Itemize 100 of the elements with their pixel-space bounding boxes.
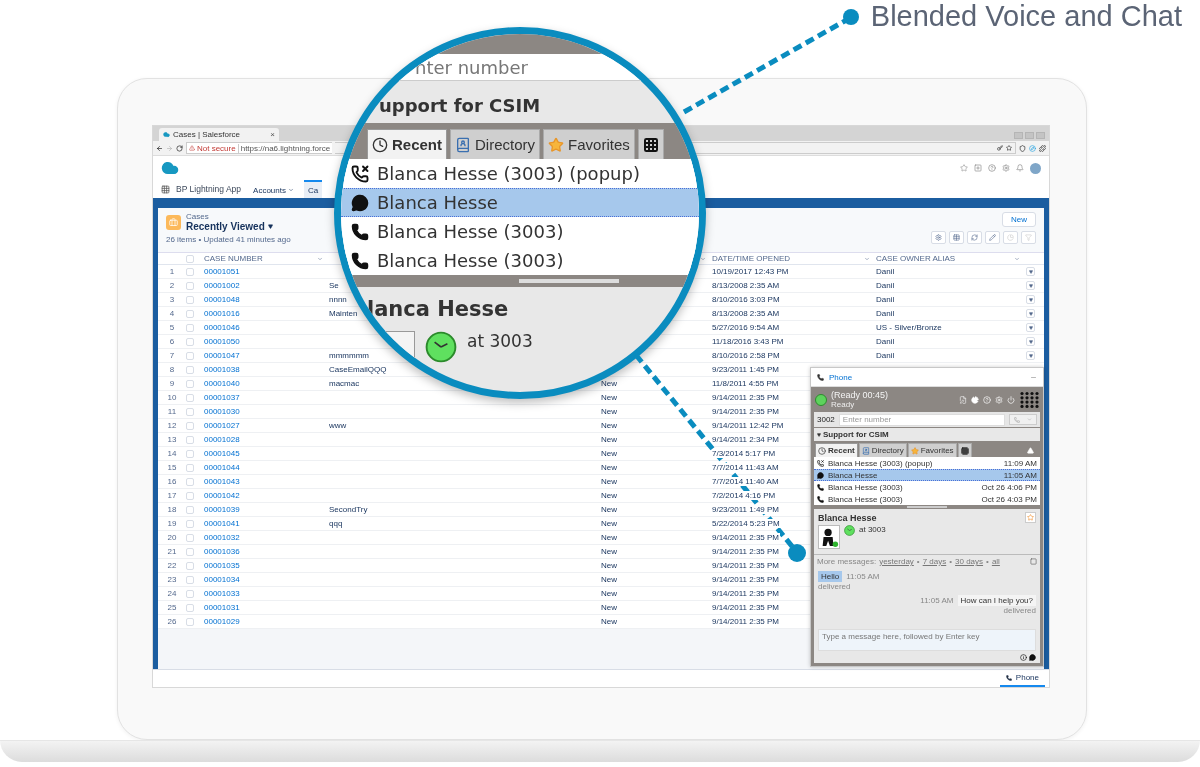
table-cell: New	[601, 407, 617, 416]
message-bubble: How can I help you?	[957, 595, 1036, 606]
contact-location: at 3003	[859, 525, 886, 534]
table-cell: US - Silver/Bronze	[876, 323, 942, 332]
table-cell: New	[601, 449, 617, 458]
agent-status-title: (Ready 00:45)	[831, 390, 890, 400]
table-cell: New	[601, 617, 617, 626]
row-number: 19	[166, 519, 178, 528]
table-cell: New	[601, 463, 617, 472]
row-number: 15	[166, 463, 178, 472]
object-name: Cases	[186, 212, 210, 221]
table-cell: 8/10/2016 2:58 PM	[712, 351, 781, 360]
table-cell: 9/14/2011 2:35 PM	[712, 393, 780, 402]
table-cell: Se	[329, 281, 339, 290]
table-cell: www	[329, 421, 347, 430]
contact-name: Blanca Hesse	[818, 512, 877, 523]
row-number: 20	[166, 533, 178, 542]
row-number: 18	[166, 505, 178, 514]
row-number: 13	[166, 435, 178, 444]
table-cell: 7/3/2014 5:17 PM	[712, 449, 777, 458]
callout-label: Blended Voice and Chat	[870, 0, 1182, 33]
message-bubble: Hello	[818, 571, 843, 582]
table-cell: CaseEmailQQQ	[329, 365, 387, 374]
url-text: https://na6.lightning.force	[237, 143, 331, 153]
table-cell: New	[601, 603, 617, 612]
row-number: 22	[166, 561, 178, 570]
table-cell: New	[601, 379, 617, 388]
table-cell: mmmmmm	[329, 351, 369, 360]
row-number: 14	[166, 449, 178, 458]
table-cell: 9/14/2011 2:35 PM	[712, 617, 780, 626]
table-cell: 5/22/2014 5:23 PM	[712, 519, 781, 528]
table-cell: New	[601, 505, 617, 514]
table-cell: Danil	[876, 281, 895, 290]
table-cell: New	[601, 547, 617, 556]
table-cell: SecondTry	[329, 505, 368, 514]
row-number: 21	[166, 547, 178, 556]
row-number: 8	[168, 365, 176, 374]
row-number: 26	[166, 617, 178, 626]
row-number: 16	[166, 477, 178, 486]
table-cell: 9/14/2011 2:35 PM	[712, 589, 780, 598]
tab-title: Cases | Salesforce	[173, 130, 240, 139]
table-cell: Danil	[876, 295, 895, 304]
table-cell: New	[601, 435, 617, 444]
separator-dot: •	[949, 557, 953, 566]
table-cell: 9/14/2011 12:42 PM	[712, 421, 785, 430]
table-cell: 8/13/2008 2:35 AM	[712, 281, 781, 290]
table-cell: New	[601, 519, 617, 528]
agent-status: Ready	[831, 400, 856, 409]
table-cell: Danil	[876, 267, 895, 276]
table-cell: Mainten	[329, 309, 358, 318]
table-cell: New	[601, 393, 617, 402]
row-number: 23	[166, 575, 178, 584]
table-cell: 9/23/2011 1:45 PM	[712, 365, 780, 374]
contact-location: at 3003	[467, 331, 533, 351]
row-number: 17	[166, 491, 178, 500]
row-number: 3	[168, 295, 176, 304]
table-cell: 7/7/2014 11:40 AM	[712, 477, 780, 486]
history-label: More messages:	[817, 557, 877, 566]
extension-number: 3002	[817, 415, 835, 424]
table-cell: New	[601, 575, 617, 584]
message-time: 11:05 AM	[846, 572, 880, 581]
row-number: 1	[168, 267, 176, 276]
row-number: 12	[166, 421, 178, 430]
panel-title: Phone	[829, 372, 853, 382]
table-cell: 9/14/2011 2:35 PM	[712, 407, 780, 416]
table-cell: New	[601, 491, 617, 500]
table-cell: 8/13/2008 2:35 AM	[712, 309, 781, 318]
separator-dot: •	[986, 557, 989, 566]
row-number: 24	[166, 589, 178, 598]
list-summary: 26 items • Updated 41 minutes ago	[166, 235, 291, 244]
row-number: 7	[168, 351, 176, 360]
table-cell: 9/23/2011 1:49 PM	[712, 505, 780, 514]
table-cell: 9/14/2011 2:34 PM	[712, 435, 780, 444]
security-label: Not secure	[197, 143, 236, 153]
table-cell: 10/19/2017 12:43 PM	[712, 267, 790, 276]
table-cell: 9/14/2011 2:35 PM	[712, 561, 780, 570]
table-cell: 9/14/2011 2:35 PM	[712, 575, 780, 584]
separator-dot: •	[916, 557, 920, 566]
row-number: 10	[166, 393, 178, 402]
row-number: 5	[168, 323, 176, 332]
table-cell: New	[601, 589, 617, 598]
table-cell: 5/27/2016 9:54 AM	[712, 323, 781, 332]
table-cell: New	[601, 561, 617, 570]
table-cell: 7/7/2014 11:43 AM	[712, 463, 780, 472]
app-name: BP Lightning App	[176, 184, 242, 194]
row-number: 11	[166, 407, 178, 416]
message-status: delivered	[1003, 606, 1036, 615]
table-cell: 8/10/2016 3:03 PM	[712, 295, 781, 304]
table-cell: macmac	[329, 379, 360, 388]
table-cell: 7/2/2014 4:16 PM	[712, 491, 777, 500]
table-cell: nnnn	[329, 295, 347, 304]
table-cell: New	[601, 477, 617, 486]
table-cell: 9/14/2011 2:35 PM	[712, 533, 780, 542]
table-cell: 9/14/2011 2:35 PM	[712, 547, 780, 556]
table-cell: New	[601, 421, 617, 430]
row-number: 9	[168, 379, 176, 388]
table-cell: 9/14/2011 2:35 PM	[712, 603, 780, 612]
row-number: 6	[168, 337, 176, 346]
message-status: delivered	[818, 582, 851, 591]
table-cell: Danil	[876, 351, 895, 360]
